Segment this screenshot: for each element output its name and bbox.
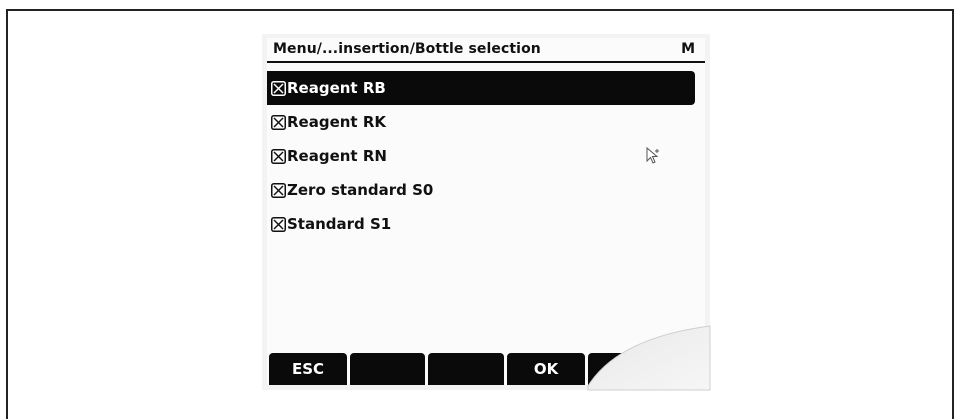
list-item-reagent-rk[interactable]: Reagent RK: [267, 105, 695, 139]
list-item-label: Reagent RK: [287, 113, 387, 131]
mouse-pointer-icon: [645, 146, 661, 170]
list-item-reagent-rn[interactable]: Reagent RN: [267, 139, 695, 173]
mode-indicator: M: [681, 41, 695, 57]
list-item-zero-standard-s0[interactable]: Zero standard S0: [267, 173, 695, 207]
checkbox-checked-icon[interactable]: [271, 182, 286, 198]
checkbox-checked-icon[interactable]: [271, 216, 286, 232]
list-item-standard-s1[interactable]: Standard S1: [267, 207, 695, 241]
list-item-label: Reagent RB: [287, 79, 386, 97]
softkey-3[interactable]: [428, 353, 504, 385]
menu-header: Menu/...insertion/Bottle selection M: [267, 38, 705, 63]
list-item-label: Zero standard S0: [287, 181, 434, 199]
screen-glare: [587, 325, 711, 391]
breadcrumb: Menu/...insertion/Bottle selection: [273, 41, 541, 57]
esc-softkey[interactable]: ESC: [269, 353, 347, 385]
ok-softkey[interactable]: OK: [507, 353, 585, 385]
checkbox-checked-icon[interactable]: [271, 80, 286, 96]
checkbox-checked-icon[interactable]: [271, 114, 286, 130]
softkey-2[interactable]: [350, 353, 425, 385]
checkbox-checked-icon[interactable]: [271, 148, 286, 164]
list-item-label: Reagent RN: [287, 147, 387, 165]
list-item-label: Standard S1: [287, 215, 392, 233]
list-item-reagent-rb[interactable]: Reagent RB: [267, 71, 695, 105]
